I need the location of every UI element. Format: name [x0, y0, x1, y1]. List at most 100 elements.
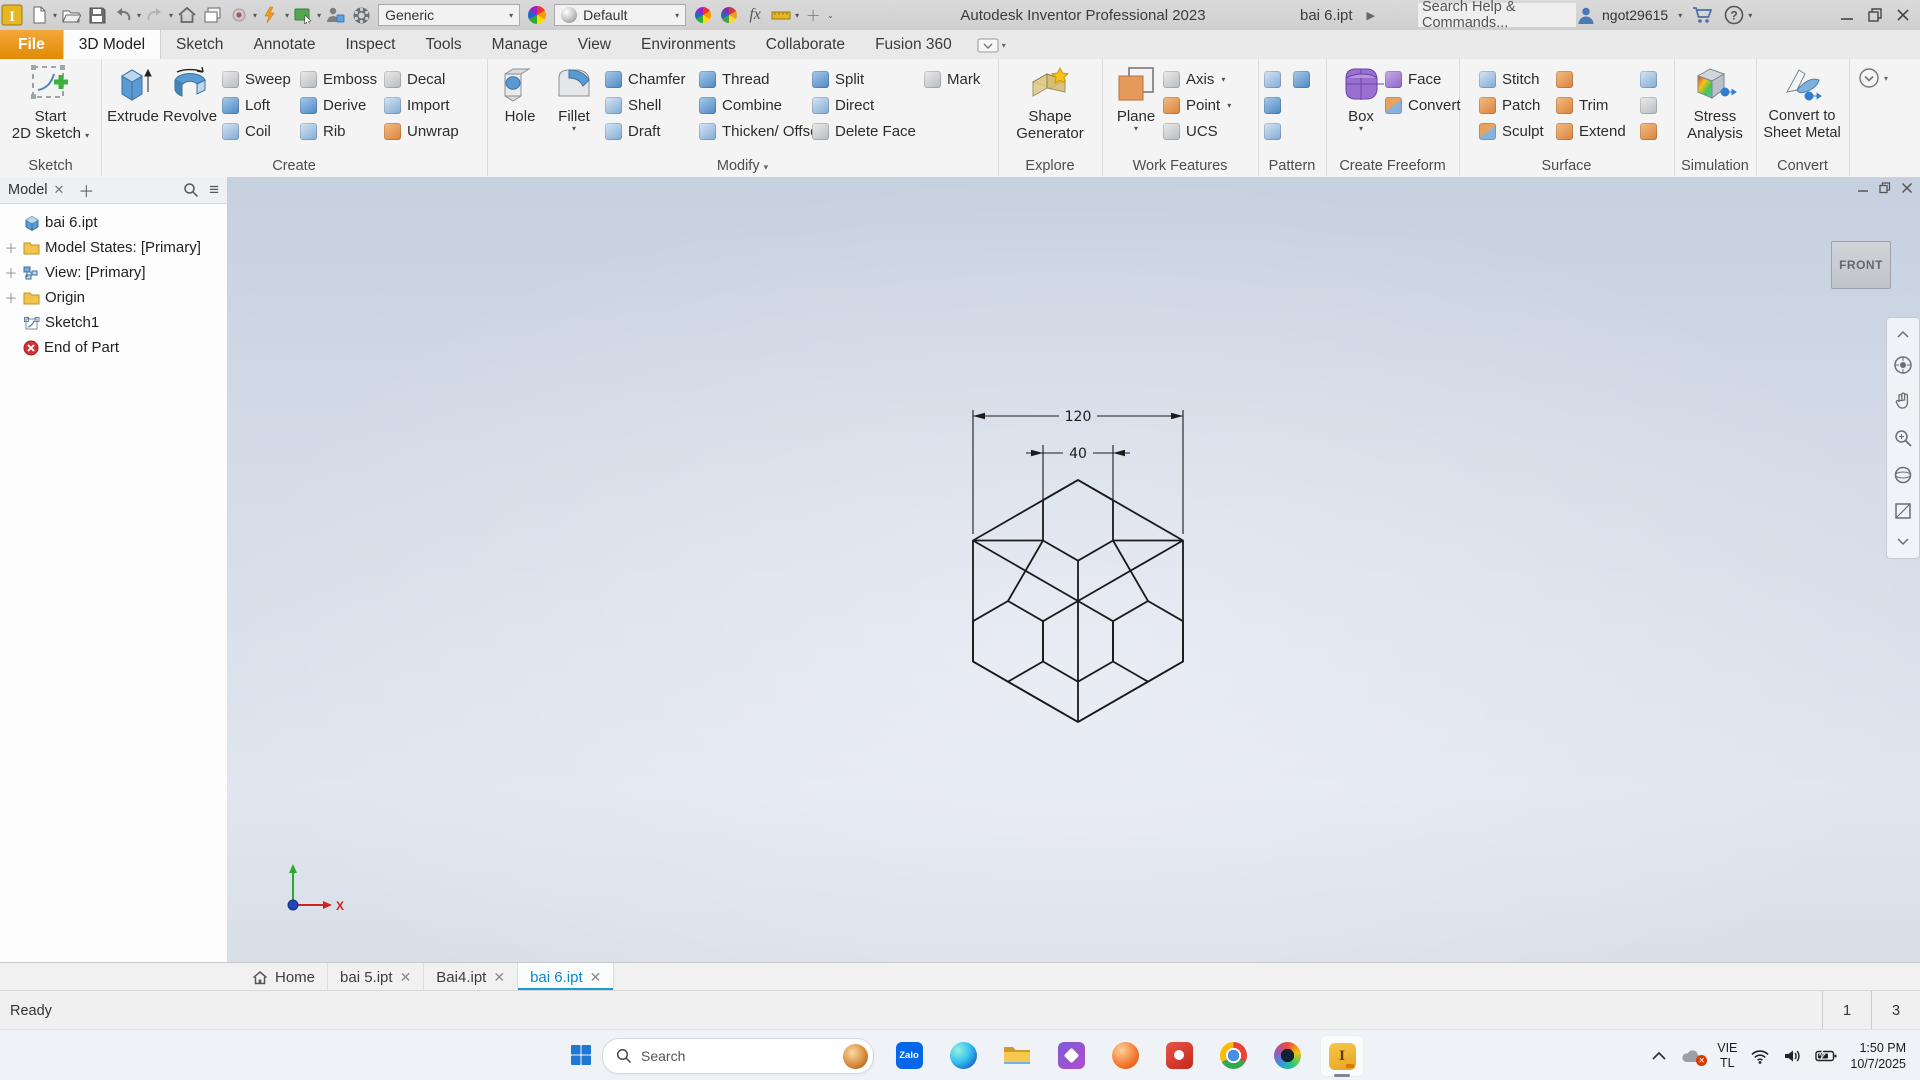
panel-label-explore[interactable]: Explore — [998, 158, 1102, 174]
combine-button[interactable]: Combine — [699, 92, 823, 118]
user-dropdown[interactable]: ▾ — [1678, 11, 1682, 20]
ribbon-collapse-button[interactable]: ▾ — [1858, 67, 1888, 89]
taskbar-search-box[interactable]: Search — [602, 1038, 874, 1074]
ilogic-trigger-icon[interactable] — [259, 3, 283, 27]
orbit-icon[interactable] — [1893, 465, 1913, 485]
measure-dropdown[interactable]: ▾ — [795, 11, 799, 20]
freeform-convert-button[interactable]: Convert — [1385, 92, 1461, 118]
patch-button[interactable]: Patch — [1479, 92, 1544, 118]
model-states-expander[interactable]: ＋ — [4, 238, 18, 257]
help-icon[interactable]: ? — [1722, 3, 1746, 27]
mark-button[interactable]: Mark — [924, 66, 980, 92]
browser-add-tab-button[interactable]: ＋ — [78, 178, 94, 202]
redo-button[interactable] — [143, 3, 167, 27]
dimension-40-label[interactable]: 40 — [1069, 446, 1087, 462]
coil-button[interactable]: Coil — [222, 118, 291, 144]
onedrive-icon[interactable]: ✕ — [1680, 1047, 1708, 1066]
tab-environments[interactable]: Environments — [626, 30, 751, 59]
tree-item-sketch1[interactable]: Sketch1 — [4, 310, 227, 335]
point-dropdown[interactable]: ▾ — [1227, 101, 1231, 110]
volume-icon[interactable] — [1783, 1048, 1802, 1064]
viewcube[interactable]: FRONT — [1831, 241, 1891, 289]
clear-appearance-icon[interactable] — [717, 3, 741, 27]
rectangular-pattern-button[interactable] — [1264, 66, 1281, 92]
panel-label-surface[interactable]: Surface — [1459, 158, 1674, 174]
doc-tab-bai5-close-icon[interactable]: ✕ — [400, 969, 412, 986]
delete-face-button[interactable]: Delete Face — [812, 118, 916, 144]
viewcube-front-face[interactable]: FRONT — [1839, 258, 1883, 272]
taskbar-colorful-app-button[interactable] — [1266, 1035, 1308, 1075]
taskbar-zalo-button[interactable]: Zalo — [888, 1035, 930, 1075]
view-expander[interactable]: ＋ — [4, 263, 18, 282]
close-button[interactable] — [1896, 8, 1910, 22]
doc-tab-bai6-close-icon[interactable]: ✕ — [590, 969, 602, 986]
doc-close-button[interactable] — [1901, 182, 1913, 194]
battery-icon[interactable] — [1815, 1049, 1837, 1063]
plane-dropdown[interactable]: ▾ — [1134, 125, 1138, 133]
tree-item-view[interactable]: ＋ View: [Primary] — [4, 260, 227, 285]
dimension-120-label[interactable]: 120 — [1065, 409, 1092, 425]
look-at-icon[interactable] — [1893, 501, 1913, 521]
taskbar-red-app-button[interactable] — [1158, 1035, 1200, 1075]
tree-item-model-states[interactable]: ＋ Model States: [Primary] — [4, 235, 227, 260]
tab-inspect[interactable]: Inspect — [331, 30, 411, 59]
user-account-area[interactable]: ngot29615 ▾ ? ▾ — [1576, 0, 1753, 30]
tree-item-origin[interactable]: ＋ Origin — [4, 285, 227, 310]
qat-customize-dropdown[interactable]: ⌄ — [827, 11, 834, 20]
search-highlight-image[interactable] — [843, 1043, 868, 1069]
extend-button[interactable]: Extend — [1556, 118, 1626, 144]
circular-pattern-button[interactable] — [1264, 92, 1281, 118]
direct-button[interactable]: Direct — [812, 92, 916, 118]
panel-label-modify[interactable]: Modify ▾ — [487, 158, 998, 174]
panel-label-sketch[interactable]: Sketch — [0, 158, 101, 174]
new-file-button[interactable] — [27, 3, 51, 27]
ruled-surface-button[interactable] — [1556, 66, 1626, 92]
navigation-wheel-icon[interactable] — [1893, 355, 1913, 375]
tab-sketch[interactable]: Sketch — [161, 30, 238, 59]
parameters-fx-button[interactable]: fx — [743, 3, 767, 27]
taskbar-edge-button[interactable] — [942, 1035, 984, 1075]
origin-expander[interactable]: ＋ — [4, 288, 18, 307]
switch-window-icon[interactable] — [291, 3, 315, 27]
freeform-box-button[interactable]: Box ▾ — [1333, 62, 1389, 133]
fillet-button[interactable]: Fillet ▾ — [546, 62, 602, 133]
extrude-button[interactable]: Extrude — [105, 62, 161, 125]
browser-tab-close-icon[interactable]: ✕ — [54, 182, 65, 198]
material-colorwheel-icon[interactable] — [525, 3, 549, 27]
cart-icon[interactable] — [1691, 3, 1715, 27]
doc-tab-bai4[interactable]: Bai4.ipt ✕ — [424, 963, 519, 991]
collaborate-user-icon[interactable] — [323, 3, 347, 27]
doc-tab-bai5[interactable]: bai 5.ipt ✕ — [328, 963, 425, 991]
copy-screen-icon[interactable] — [201, 3, 225, 27]
plane-button[interactable]: Plane ▾ — [1108, 62, 1164, 133]
delete-surface-button[interactable] — [1640, 92, 1657, 118]
undo-dropdown[interactable]: ▾ — [137, 11, 141, 20]
browser-menu-icon[interactable]: ≡ — [209, 180, 219, 200]
point-button[interactable]: Point ▾ — [1163, 92, 1232, 118]
browser-tab-model[interactable]: Model — [0, 182, 54, 198]
convert-to-sheet-metal-button[interactable]: Convert to Sheet Metal — [1763, 62, 1841, 142]
revolve-button[interactable]: Revolve — [162, 62, 218, 125]
home-button[interactable] — [175, 3, 199, 27]
copy-surface-button[interactable] — [1640, 118, 1657, 144]
zoom-icon[interactable] — [1893, 428, 1913, 448]
panel-label-simulation[interactable]: Simulation — [1674, 158, 1756, 174]
tab-collaborate[interactable]: Collaborate — [751, 30, 860, 59]
panel-label-work-features[interactable]: Work Features — [1102, 158, 1258, 174]
tab-3d-model[interactable]: 3D Model — [62, 29, 162, 59]
doc-tab-bai4-close-icon[interactable]: ✕ — [493, 969, 505, 986]
redo-dropdown[interactable]: ▾ — [169, 11, 173, 20]
taskbar-firefox-button[interactable] — [1104, 1035, 1146, 1075]
taskbar-inventor-button[interactable]: I — [1320, 1035, 1364, 1077]
sweep-button[interactable]: Sweep — [222, 66, 291, 92]
loft-button[interactable]: Loft — [222, 92, 291, 118]
panel-label-create[interactable]: Create — [101, 158, 487, 174]
sculpt-button[interactable]: Sculpt — [1479, 118, 1544, 144]
taskbar-clock[interactable]: 1:50 PM 10/7/2025 — [1850, 1040, 1906, 1072]
navbar-scroll-up-icon[interactable] — [1896, 330, 1910, 338]
rib-button[interactable]: Rib — [300, 118, 377, 144]
pan-hand-icon[interactable] — [1893, 391, 1913, 411]
ilogic-dropdown[interactable]: ▾ — [285, 11, 289, 20]
split-button[interactable]: Split — [812, 66, 916, 92]
render-wheel-icon[interactable] — [349, 3, 373, 27]
